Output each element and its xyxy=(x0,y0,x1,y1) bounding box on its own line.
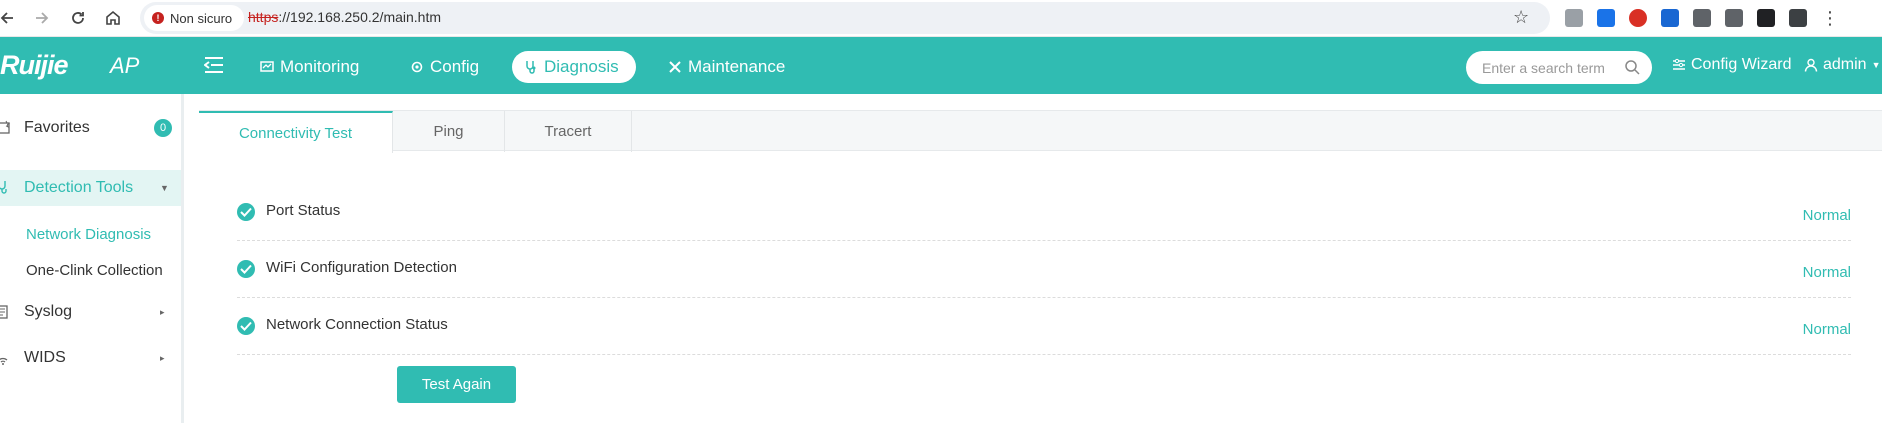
log-icon xyxy=(0,305,8,319)
puzzle-icon[interactable] xyxy=(1725,9,1743,27)
extension-icons: ⋮ xyxy=(1565,4,1839,32)
sidebar-item-label: Syslog xyxy=(24,303,73,320)
config-wizard-link[interactable]: Config Wizard xyxy=(1672,56,1791,74)
more-menu-icon[interactable]: ⋮ xyxy=(1821,9,1839,27)
sidebar-item-label: WIDS xyxy=(24,349,66,366)
sliders-icon xyxy=(1673,58,1685,70)
check-row-wifi-config: WiFi Configuration Detection Normal xyxy=(237,250,1851,298)
brand-logo[interactable]: Ruijie xyxy=(0,50,69,81)
menu-collapse-icon[interactable] xyxy=(204,56,224,74)
extension-icon[interactable] xyxy=(1629,9,1647,27)
sidebar-item-label: Detection Tools xyxy=(24,179,134,196)
check-row-port-status: Port Status Normal xyxy=(237,193,1851,241)
download-icon[interactable] xyxy=(1693,9,1711,27)
check-status: Normal xyxy=(1802,264,1851,281)
extension-icon[interactable] xyxy=(1565,9,1583,27)
check-label: Network Connection Status xyxy=(266,316,448,333)
search-box[interactable] xyxy=(1466,51,1652,84)
search-input[interactable] xyxy=(1482,58,1622,78)
forward-icon[interactable] xyxy=(29,5,55,31)
sidebar-item-label: Favorites xyxy=(24,119,90,136)
warning-icon: ! xyxy=(152,12,164,24)
sidepanel-icon[interactable] xyxy=(1757,9,1775,27)
reload-icon[interactable] xyxy=(65,5,91,31)
back-icon[interactable] xyxy=(0,5,20,31)
bookmark-star-icon[interactable]: ☆ xyxy=(1513,7,1529,28)
search-icon[interactable] xyxy=(1624,59,1640,75)
app-header: Ruijie AP Monitoring Config Diagnosis Ma… xyxy=(0,37,1882,94)
main-content: Connectivity Test Ping Tracert Port Stat… xyxy=(199,110,1882,423)
sidebar-subitem-network-diagnosis[interactable]: Network Diagnosis xyxy=(26,226,151,243)
config-wizard-label: Config Wizard xyxy=(1691,56,1792,73)
tab-bar: Connectivity Test Ping Tracert xyxy=(199,110,1882,153)
chevron-down-icon: ▼ xyxy=(1871,60,1881,70)
monitor-icon xyxy=(260,61,274,72)
gear-icon xyxy=(411,61,423,73)
security-label: Non sicuro xyxy=(170,10,233,26)
nav-config-label: Config xyxy=(430,57,480,76)
url-rest: ://192.168.250.2/main.htm xyxy=(278,9,442,25)
nav-maintenance[interactable]: Maintenance xyxy=(656,51,797,83)
user-name: admin xyxy=(1823,56,1867,73)
favorites-icon xyxy=(0,120,11,134)
chevron-down-icon: ▼ xyxy=(160,183,169,193)
tab-connectivity-test[interactable]: Connectivity Test xyxy=(199,111,393,153)
extension-icon[interactable] xyxy=(1661,9,1679,27)
browser-toolbar: ! Non sicuro https://192.168.250.2/main.… xyxy=(0,0,1882,37)
check-circle-icon xyxy=(237,260,255,278)
sidebar-item-favorites[interactable]: Favorites 0 xyxy=(0,110,181,146)
url-scheme: https xyxy=(248,9,279,25)
extension-icon[interactable] xyxy=(1597,9,1615,27)
wireless-icon xyxy=(0,357,8,365)
user-icon xyxy=(1804,58,1818,72)
sidebar-subitem-one-clink-collection[interactable]: One-Clink Collection xyxy=(26,262,163,279)
security-chip[interactable]: ! Non sicuro xyxy=(144,5,245,31)
nav-monitoring[interactable]: Monitoring xyxy=(248,51,371,83)
profile-icon[interactable] xyxy=(1789,9,1807,27)
tab-tracert[interactable]: Tracert xyxy=(505,111,632,152)
user-menu[interactable]: admin ▼ xyxy=(1804,56,1881,74)
check-row-network-connection: Network Connection Status Normal xyxy=(237,307,1851,355)
nav-diagnosis-label: Diagnosis xyxy=(544,57,619,76)
check-status: Normal xyxy=(1802,207,1851,224)
nav-monitoring-label: Monitoring xyxy=(280,57,360,76)
url-text[interactable]: https://192.168.250.2/main.htm xyxy=(248,9,441,25)
sidebar: Favorites 0 Detection Tools ▼ Network Di… xyxy=(0,94,184,423)
stethoscope-icon xyxy=(0,181,7,194)
test-again-button[interactable]: Test Again xyxy=(397,366,516,403)
stethoscope-icon xyxy=(526,61,536,74)
chevron-right-icon: ▸ xyxy=(160,352,165,363)
check-label: WiFi Configuration Detection xyxy=(266,259,457,276)
home-icon[interactable] xyxy=(100,5,126,31)
check-circle-icon xyxy=(237,317,255,335)
check-circle-icon xyxy=(237,203,255,221)
chevron-right-icon: ▸ xyxy=(160,306,165,317)
nav-diagnosis[interactable]: Diagnosis xyxy=(512,51,636,83)
sidebar-item-syslog[interactable]: Syslog ▸ xyxy=(0,294,181,330)
check-status: Normal xyxy=(1802,321,1851,338)
check-label: Port Status xyxy=(266,202,341,219)
tools-icon xyxy=(669,61,681,73)
brand-sub: AP xyxy=(110,53,140,78)
nav-config[interactable]: Config xyxy=(398,51,491,83)
address-bar[interactable]: ! Non sicuro https://192.168.250.2/main.… xyxy=(140,2,1550,34)
sidebar-item-wids[interactable]: WIDS ▸ xyxy=(0,340,181,376)
tab-ping[interactable]: Ping xyxy=(393,111,505,152)
nav-maintenance-label: Maintenance xyxy=(688,57,786,76)
favorites-count-badge: 0 xyxy=(154,119,172,137)
sidebar-item-detection-tools[interactable]: Detection Tools ▼ xyxy=(0,170,181,206)
